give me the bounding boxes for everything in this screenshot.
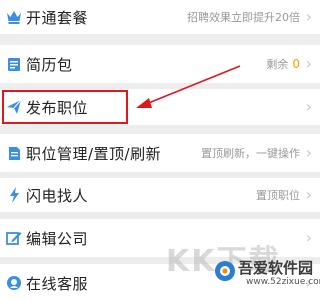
menu-item-label: 发布职位	[26, 98, 89, 117]
menu-item-label: 简历包	[26, 55, 73, 74]
menu-item-label: 职位管理/置顶/刷新	[26, 144, 162, 163]
menu-item-hint: 剩余 0	[266, 56, 300, 72]
crown-icon	[6, 9, 22, 25]
edit-icon	[6, 230, 22, 246]
send-plane-icon	[6, 99, 22, 115]
menu-item-hint: 置顶刷新，一键操作	[201, 147, 300, 160]
menu-item-hint: 招聘效果立即提升20倍	[187, 11, 300, 24]
menu-item-flash-search[interactable]: 闪电找人 置顶职位 ›	[0, 178, 320, 212]
chevron-right-icon: ›	[305, 97, 312, 116]
menu-item-label: 在线客服	[26, 274, 89, 293]
menu-item-label: 开通套餐	[26, 8, 89, 27]
remaining-label: 剩余	[266, 58, 289, 71]
menu-item-hint: 置顶职位	[256, 189, 300, 202]
menu-item-label: 闪电找人	[26, 186, 89, 205]
chevron-right-icon: ›	[305, 185, 312, 204]
menu-item-resume-package[interactable]: 简历包 剩余 0 ›	[0, 45, 320, 83]
customer-service-icon	[6, 275, 22, 291]
chevron-right-icon: ›	[305, 273, 312, 292]
menu-item-label: 编辑公司	[26, 229, 89, 248]
menu-item-post-job[interactable]: 发布职位 ›	[0, 89, 320, 125]
chevron-right-icon: ›	[305, 143, 312, 162]
menu-item-edit-company[interactable]: 编辑公司 ›	[0, 219, 320, 257]
lightning-icon	[6, 187, 22, 203]
menu-item-job-management[interactable]: 职位管理/置顶/刷新 置顶刷新，一键操作 ›	[0, 134, 320, 172]
resume-package-icon	[6, 56, 22, 72]
chevron-right-icon: ›	[305, 7, 312, 26]
menu-item-open-package[interactable]: 开通套餐 招聘效果立即提升20倍 ›	[0, 0, 320, 34]
chevron-right-icon: ›	[305, 228, 312, 247]
remaining-count: 0	[292, 57, 300, 71]
document-list-icon	[6, 145, 22, 161]
chevron-right-icon: ›	[305, 54, 312, 73]
menu-item-online-service[interactable]: 在线客服 ›	[0, 264, 320, 302]
